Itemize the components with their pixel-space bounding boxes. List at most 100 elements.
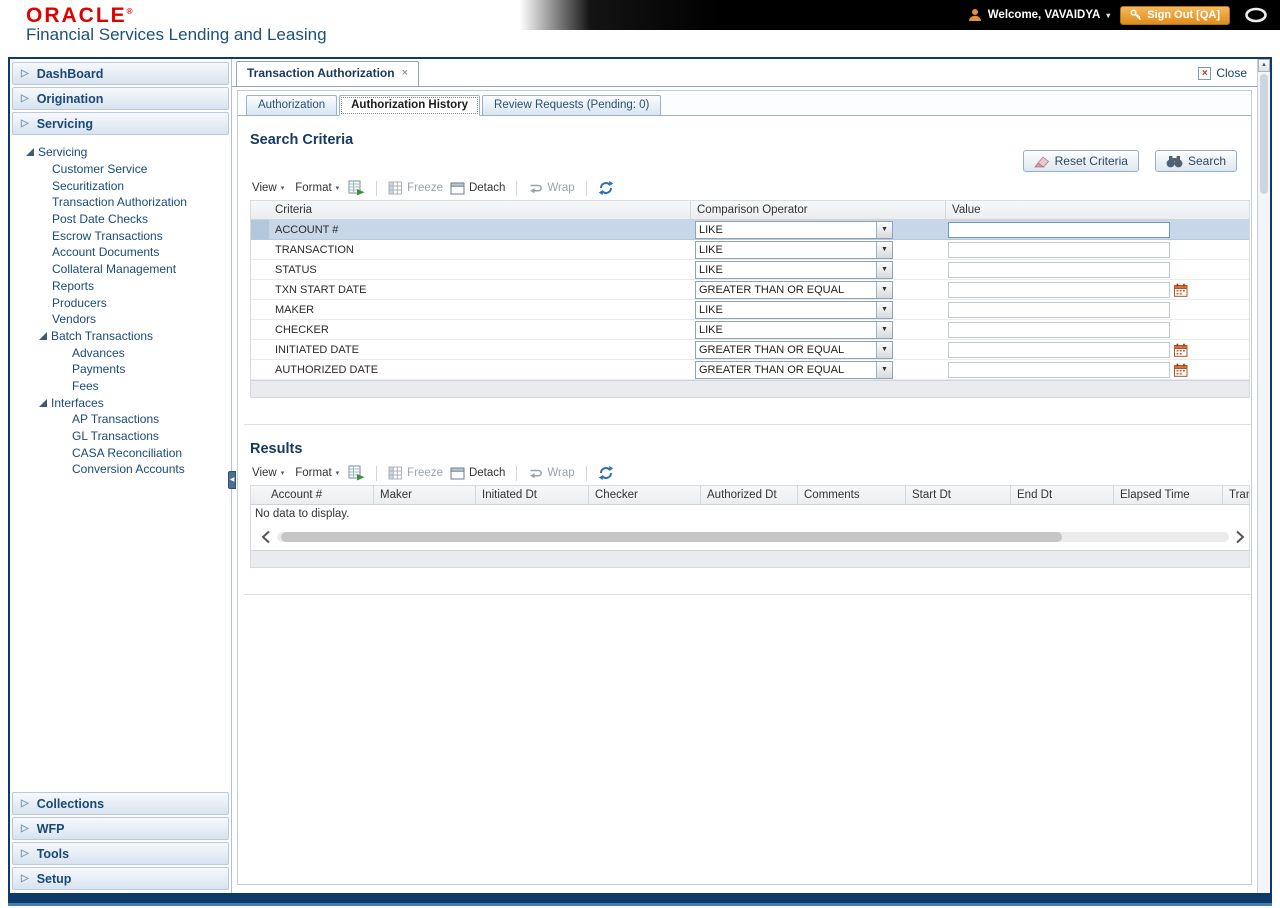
comparison-operator-select[interactable]: GREATER THAN OR EQUAL ▼: [695, 360, 893, 379]
criteria-row-maker[interactable]: MAKER LIKE ▼: [251, 300, 1249, 320]
tree-item-gl-transactions[interactable]: GL Transactions: [26, 428, 229, 445]
criteria-row-checker[interactable]: CHECKER LIKE ▼: [251, 320, 1249, 340]
search-button[interactable]: Search: [1154, 150, 1237, 172]
view-menu[interactable]: View ▾: [250, 467, 286, 479]
sidebar-collapse-button[interactable]: ◀: [228, 471, 236, 489]
sign-out-button[interactable]: Sign Out [QA]: [1120, 5, 1230, 25]
refresh-icon[interactable]: [598, 465, 614, 481]
value-input[interactable]: [948, 361, 1170, 378]
chevron-down-icon: ▾: [280, 470, 285, 477]
detach-button[interactable]: Detach: [450, 182, 505, 195]
criteria-row-initiated-date[interactable]: INITIATED DATE GREATER THAN OR EQUAL ▼: [251, 340, 1249, 360]
sidebar-section-servicing[interactable]: ▷ Servicing: [12, 112, 229, 135]
value-input[interactable]: [948, 301, 1170, 318]
tree-node-interfaces[interactable]: Interfaces: [26, 394, 229, 411]
comparison-operator-select[interactable]: LIKE ▼: [695, 240, 893, 259]
reset-criteria-button[interactable]: Reset Criteria: [1022, 150, 1139, 172]
criteria-row-transaction[interactable]: TRANSACTION LIKE ▼: [251, 240, 1249, 260]
tree-item-casa-reconciliation[interactable]: CASA Reconciliation: [26, 444, 229, 461]
tree-item-vendors[interactable]: Vendors: [26, 311, 229, 328]
wrap-button[interactable]: Wrap: [528, 467, 575, 479]
criteria-label: STATUS: [275, 263, 317, 276]
view-label: View: [252, 182, 277, 194]
tree-item-transaction-authorization[interactable]: Transaction Authorization: [26, 194, 229, 211]
value-input[interactable]: [948, 321, 1170, 338]
tab-close-icon[interactable]: ×: [402, 67, 408, 79]
section-label: DashBoard: [36, 66, 104, 81]
tree-item-fees[interactable]: Fees: [26, 378, 229, 395]
freeze-button[interactable]: Freeze: [388, 466, 443, 480]
tab-authorization[interactable]: Authorization: [246, 95, 338, 115]
criteria-row-account[interactable]: ACCOUNT # LIKE ▼: [251, 220, 1249, 240]
tree-item-payments[interactable]: Payments: [26, 361, 229, 378]
tree-item-advances[interactable]: Advances: [26, 344, 229, 361]
wrap-button[interactable]: Wrap: [528, 182, 575, 194]
global-user-bar: Welcome, VAVAIDYA ▾ Sign Out [QA]: [520, 0, 1280, 30]
calendar-icon[interactable]: [1174, 343, 1188, 357]
comparison-operator-select[interactable]: LIKE ▼: [695, 300, 893, 319]
close-button[interactable]: × Close: [1198, 66, 1247, 80]
tree-item-ap-transactions[interactable]: AP Transactions: [26, 411, 229, 428]
tree-item-customer-service[interactable]: Customer Service: [26, 161, 229, 178]
tree-node-servicing[interactable]: Servicing: [26, 144, 229, 161]
sidebar-section-collections[interactable]: ▷ Collections: [12, 792, 229, 815]
calendar-icon[interactable]: [1174, 363, 1188, 377]
detach-button[interactable]: Detach: [450, 467, 505, 480]
sidebar-section-setup[interactable]: ▷ Setup: [12, 867, 229, 890]
scrollbar-track[interactable]: [277, 532, 1229, 542]
sidebar-section-origination[interactable]: ▷ Origination: [12, 87, 229, 110]
tree-item-producers[interactable]: Producers: [26, 294, 229, 311]
scroll-up-icon[interactable]: ▲: [1258, 59, 1270, 72]
tree-item-post-date-checks[interactable]: Post Date Checks: [26, 211, 229, 228]
criteria-row-status[interactable]: STATUS LIKE ▼: [251, 260, 1249, 280]
tree-item-escrow-transactions[interactable]: Escrow Transactions: [26, 227, 229, 244]
user-menu[interactable]: Welcome, VAVAIDYA ▾: [968, 8, 1110, 22]
toolbar-separator: [585, 465, 587, 481]
calendar-icon[interactable]: [1174, 283, 1188, 297]
comparison-operator-select[interactable]: GREATER THAN OR EQUAL ▼: [695, 340, 893, 359]
value-input[interactable]: [948, 261, 1170, 278]
scroll-left-icon[interactable]: [261, 530, 271, 544]
format-menu[interactable]: Format ▾: [293, 467, 341, 479]
tree-item-conversion-accounts[interactable]: Conversion Accounts: [26, 461, 229, 478]
tree-item-collateral-management[interactable]: Collateral Management: [26, 261, 229, 278]
value-input[interactable]: [948, 221, 1170, 238]
scrollbar-thumb[interactable]: [1260, 74, 1268, 194]
comparison-operator-select[interactable]: GREATER THAN OR EQUAL ▼: [695, 280, 893, 299]
results-grid-footer: [250, 550, 1250, 568]
criteria-row-authorized-date[interactable]: AUTHORIZED DATE GREATER THAN OR EQUAL ▼: [251, 360, 1249, 380]
refresh-icon[interactable]: [598, 180, 614, 196]
comparison-operator-select[interactable]: LIKE ▼: [695, 260, 893, 279]
format-menu[interactable]: Format ▾: [293, 182, 341, 194]
criteria-label: CHECKER: [275, 323, 329, 336]
comparison-operator-select[interactable]: LIKE ▼: [695, 220, 893, 239]
sidebar-section-wfp[interactable]: ▷ WFP: [12, 817, 229, 840]
value-input[interactable]: [948, 241, 1170, 258]
scrollbar-thumb[interactable]: [281, 532, 1062, 542]
export-to-excel-icon[interactable]: [348, 180, 365, 196]
dropdown-arrow-icon: ▼: [876, 341, 892, 358]
chevron-down-icon: ▾: [280, 185, 285, 192]
tab-review-requests[interactable]: Review Requests (Pending: 0): [482, 95, 662, 115]
value-input[interactable]: [948, 341, 1170, 358]
toolbar-separator: [585, 180, 587, 196]
tree-item-securitization[interactable]: Securitization: [26, 177, 229, 194]
tree-item-reports[interactable]: Reports: [26, 278, 229, 295]
tree-item-account-documents[interactable]: Account Documents: [26, 244, 229, 261]
comparison-operator-select[interactable]: LIKE ▼: [695, 320, 893, 339]
sidebar-section-dashboard[interactable]: ▷ DashBoard: [12, 62, 229, 85]
sidebar-section-tools[interactable]: ▷ Tools: [12, 842, 229, 865]
doc-tab-label: Transaction Authorization: [247, 66, 395, 80]
view-menu[interactable]: View ▾: [250, 182, 286, 194]
scroll-right-icon[interactable]: [1235, 530, 1245, 544]
tree-node-batch-transactions[interactable]: Batch Transactions: [26, 328, 229, 345]
tab-authorization-history[interactable]: Authorization History: [339, 95, 481, 116]
vertical-scrollbar[interactable]: ▲: [1257, 59, 1270, 893]
value-input[interactable]: [948, 281, 1170, 298]
freeze-button[interactable]: Freeze: [388, 181, 443, 195]
eraser-icon: [1033, 155, 1049, 168]
tab-transaction-authorization[interactable]: Transaction Authorization ×: [236, 61, 419, 86]
section-divider: [244, 594, 1251, 595]
criteria-row-txn-start-date[interactable]: TXN START DATE GREATER THAN OR EQUAL ▼: [251, 280, 1249, 300]
export-to-excel-icon[interactable]: [348, 465, 365, 481]
